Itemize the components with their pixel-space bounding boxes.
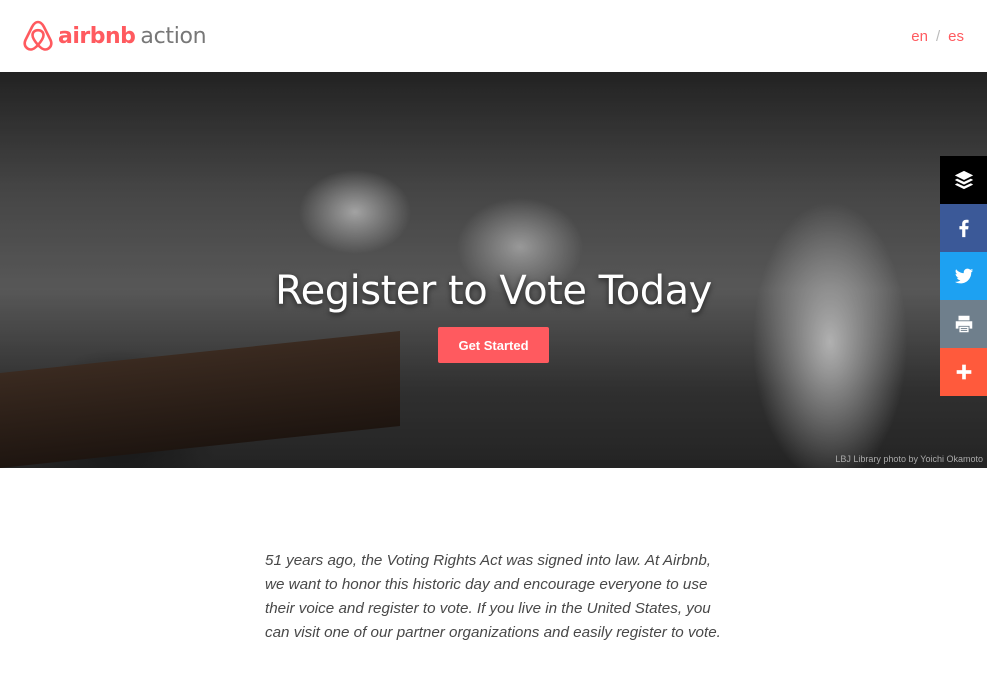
photo-credit: LBJ Library photo by Yoichi Okamoto (835, 454, 983, 464)
buffer-share-button[interactable] (940, 156, 987, 204)
hero-banner: Register to Vote Today Get Started LBJ L… (0, 72, 987, 468)
airbnb-action-logo[interactable]: airbnb action (22, 18, 207, 54)
printer-icon (955, 315, 972, 333)
logo-brand-text: airbnb (58, 23, 136, 49)
lang-en-link[interactable]: en (911, 28, 928, 45)
plus-icon (956, 364, 971, 380)
site-header: airbnb action en / es (0, 0, 987, 72)
intro-paragraph: 51 years ago, the Voting Rights Act was … (265, 552, 721, 641)
lang-separator: / (935, 28, 941, 45)
twitter-share-button[interactable] (940, 252, 987, 300)
language-switcher: en / es (911, 28, 964, 45)
airbnb-belo-icon (23, 20, 53, 51)
hero-title: Register to Vote Today (275, 268, 712, 314)
twitter-icon (954, 268, 973, 284)
lang-es-link[interactable]: es (948, 28, 964, 45)
more-share-button[interactable] (940, 348, 987, 396)
share-bar (940, 156, 987, 396)
facebook-icon (958, 219, 969, 238)
logo-suffix-text: action (140, 23, 207, 49)
buffer-icon (954, 170, 973, 190)
facebook-share-button[interactable] (940, 204, 987, 252)
print-button[interactable] (940, 300, 987, 348)
get-started-button[interactable]: Get Started (438, 327, 549, 363)
